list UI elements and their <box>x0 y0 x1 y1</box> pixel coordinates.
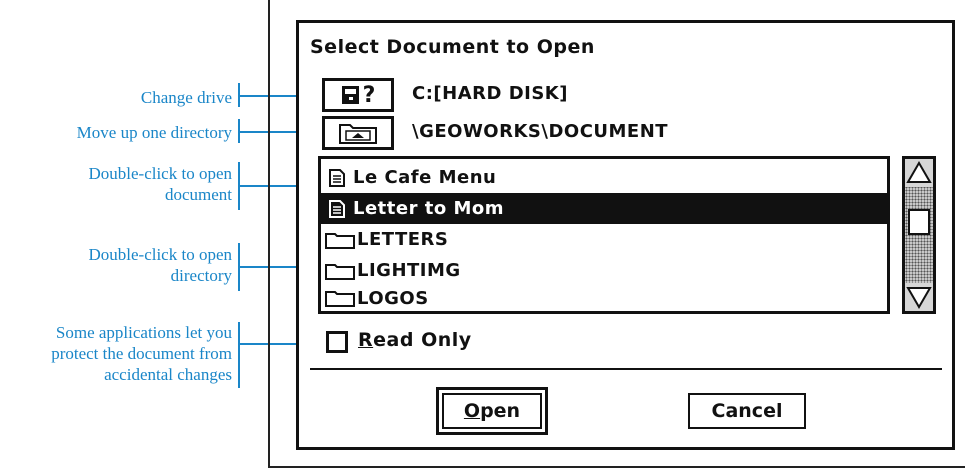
hard-disk-question-icon <box>341 84 361 106</box>
up-directory-button[interactable] <box>322 116 394 150</box>
annotation-text: protect the document from <box>51 344 232 363</box>
annotation-text: Some applications let you <box>55 323 232 342</box>
annotation-bracket <box>238 322 240 388</box>
folder-name: LETTERS <box>357 229 449 250</box>
folder-up-icon <box>338 121 378 145</box>
annotation-read-only: Some applications let you protect the do… <box>0 322 232 385</box>
current-directory-path: \GEOWORKS\DOCUMENT <box>412 121 669 142</box>
annotation-text: accidental changes <box>104 365 232 384</box>
annotation-move-up: Move up one directory <box>0 122 232 143</box>
list-item-folder[interactable]: LETTERS <box>321 224 887 255</box>
scroll-up-button[interactable] <box>905 159 933 187</box>
file-name: Le Cafe Menu <box>353 167 497 188</box>
folder-name: LOGOS <box>357 287 429 309</box>
read-only-label-rest: ead Only <box>373 329 472 351</box>
list-item-document[interactable]: Le Cafe Menu <box>321 162 887 193</box>
annotation-text: Double-click to open <box>88 245 232 264</box>
annotation-open-directory: Double-click to open directory <box>0 244 232 286</box>
file-name: Letter to Mom <box>353 198 505 219</box>
open-label-rest: pen <box>480 400 521 422</box>
dialog-title: Select Document to Open <box>310 36 595 58</box>
divider <box>310 368 942 370</box>
annotation-text: Move up one directory <box>76 123 232 142</box>
scroll-down-button[interactable] <box>905 283 933 311</box>
drive-question-glyph: ? <box>362 82 376 108</box>
current-drive-label: C:[HARD DISK] <box>412 83 568 104</box>
folder-icon <box>325 231 355 249</box>
cancel-button[interactable]: Cancel <box>688 393 806 429</box>
change-drive-button[interactable]: ? <box>322 78 394 112</box>
annotation-text: Change drive <box>140 88 232 107</box>
annotation-text: directory <box>170 266 232 285</box>
folder-name: LIGHTIMG <box>357 260 461 281</box>
read-only-mnemonic: R <box>358 329 374 351</box>
document-icon <box>329 168 345 187</box>
annotation-change-drive: Change drive <box>0 87 232 108</box>
arrow-down-icon <box>906 284 932 310</box>
folder-icon <box>325 262 355 280</box>
list-item-document-selected[interactable]: Letter to Mom <box>321 193 887 224</box>
open-button[interactable]: Open <box>442 393 542 429</box>
annotation-open-document: Double-click to open document <box>0 163 232 205</box>
list-item-folder[interactable]: LOGOS <box>321 285 887 311</box>
open-mnemonic: O <box>463 400 481 422</box>
file-list[interactable]: Le Cafe Menu Letter to Mom LETTERS LIGHT… <box>318 156 890 314</box>
annotation-text: document <box>164 185 232 204</box>
folder-icon <box>325 289 355 307</box>
document-icon <box>329 199 345 218</box>
list-item-folder[interactable]: LIGHTIMG <box>321 255 887 286</box>
cancel-label: Cancel <box>711 400 783 422</box>
read-only-label[interactable]: Read Only <box>358 329 472 351</box>
read-only-checkbox[interactable] <box>326 331 348 353</box>
annotation-text: Double-click to open <box>88 164 232 183</box>
arrow-up-icon <box>906 160 932 186</box>
scrollbar[interactable] <box>902 156 936 314</box>
scroll-thumb[interactable] <box>908 209 930 235</box>
